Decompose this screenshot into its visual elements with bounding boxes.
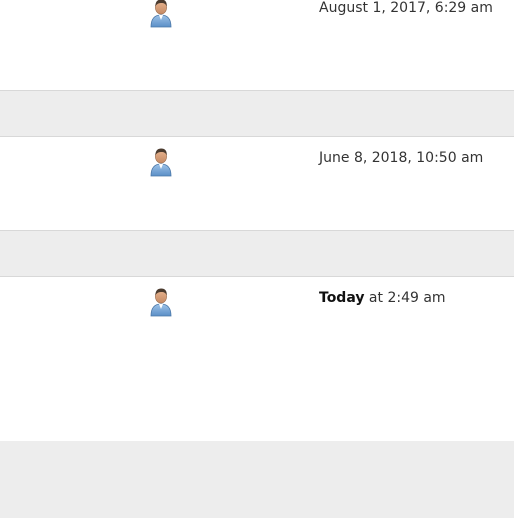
timestamp-day: Today: [319, 290, 365, 306]
list-item: Today at 2:49 am: [0, 277, 514, 441]
user-avatar-icon[interactable]: [148, 0, 174, 28]
list-item: August 1, 2017, 6:29 am: [0, 0, 514, 91]
user-avatar-graphic: [150, 288, 172, 317]
list-item: June 8, 2018, 10:50 am: [0, 137, 514, 231]
comment-timestamp: Today at 2:49 am: [319, 289, 446, 307]
comment-timestamp: June 8, 2018, 10:50 am: [319, 150, 484, 166]
list-footer: [0, 441, 514, 518]
row-separator: [0, 90, 514, 137]
user-avatar-icon[interactable]: [148, 287, 174, 317]
comment-timestamp: August 1, 2017, 6:29 am: [319, 0, 493, 16]
user-avatar-graphic: [150, 148, 172, 177]
row-separator: [0, 230, 514, 277]
comment-list: August 1, 2017, 6:29 am June 8, 2018, 10…: [0, 0, 514, 518]
user-avatar-graphic: [150, 0, 172, 28]
timestamp-time: at 2:49 am: [364, 290, 446, 306]
user-avatar-icon[interactable]: [148, 147, 174, 177]
